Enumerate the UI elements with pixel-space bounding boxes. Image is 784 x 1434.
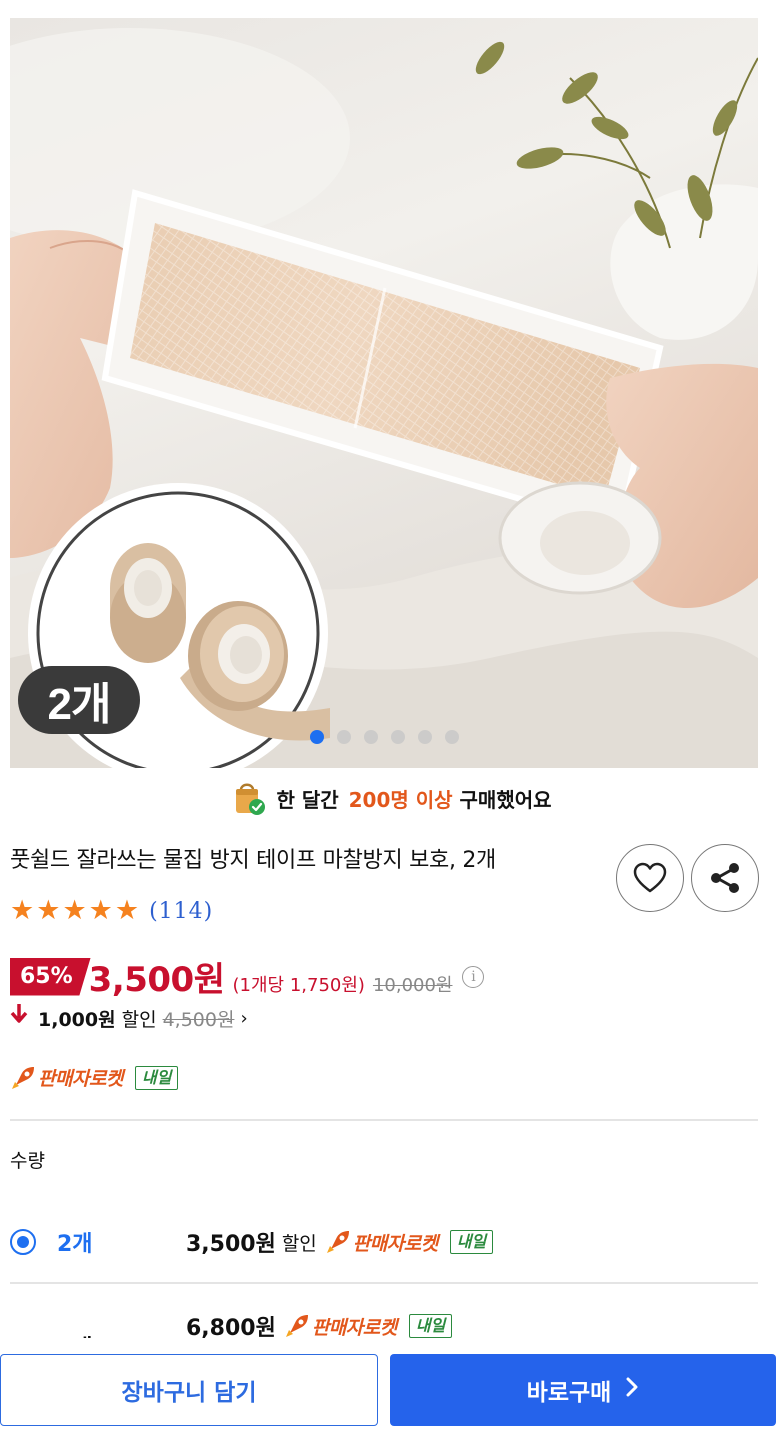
star-icon: ★: [114, 895, 140, 926]
star-icon: ★: [62, 895, 87, 926]
coupon-discount-row[interactable]: 1,000원 할인 4,500원 ›: [10, 1004, 248, 1032]
star-icon: ★: [10, 895, 35, 926]
unit-price: (1개당 1,750원): [232, 975, 365, 996]
carousel-dot[interactable]: [337, 730, 351, 744]
discount-badge: 65%: [10, 957, 91, 996]
coupon-original-price: 4,500원: [162, 1008, 235, 1031]
coupon-amount: 1,000원: [38, 1008, 116, 1031]
rocket-icon: [325, 1229, 351, 1255]
wishlist-button[interactable]: [616, 844, 684, 912]
option-price: 3,500원: [186, 1232, 276, 1257]
carousel-dot-active[interactable]: [310, 730, 324, 744]
buy-now-label: 바로구매: [526, 1380, 612, 1406]
product-photo: [10, 28, 758, 768]
carousel-dot[interactable]: [418, 730, 432, 744]
purchase-count-banner: 한 달간 200명 이상 구매했어요: [0, 778, 784, 818]
rocket-icon: [10, 1065, 36, 1091]
carousel-dot[interactable]: [445, 730, 459, 744]
down-arrow-icon: [10, 1004, 28, 1032]
radio-selected[interactable]: [10, 1229, 36, 1255]
heart-icon: [633, 862, 667, 893]
coupon-label: 할인: [121, 1008, 157, 1031]
rocket-delivery-label: 판매자로켓: [311, 1316, 397, 1339]
carousel-dot[interactable]: [391, 730, 405, 744]
star-icon: ★: [88, 895, 113, 926]
buyers-suffix: 구매했어요: [459, 787, 552, 812]
sale-price: 3,500원: [88, 960, 225, 1000]
arrival-badge: 내일: [408, 1314, 453, 1338]
rocket-icon: [284, 1313, 310, 1339]
share-button[interactable]: [691, 844, 759, 912]
divider: [10, 1282, 758, 1284]
delivery-row: 판매자로켓 내일: [10, 1064, 179, 1091]
quantity-label: 수량: [10, 1150, 45, 1172]
carousel-dot[interactable]: [364, 730, 378, 744]
product-title: 풋쉴드 잘라쓰는 물집 방지 테이프 마찰방지 보호, 2개: [10, 848, 496, 873]
buyers-highlight: 200명 이상: [348, 787, 453, 812]
chevron-right-icon: ›: [240, 1007, 248, 1029]
share-icon: [711, 863, 739, 893]
buyers-prefix: 한 달간: [276, 787, 339, 812]
rocket-delivery-label: 판매자로켓: [38, 1068, 123, 1090]
arrival-badge: 내일: [134, 1065, 179, 1090]
divider: [10, 1119, 758, 1121]
star-icon: ★: [36, 895, 61, 926]
buy-now-button[interactable]: 바로구매: [390, 1354, 776, 1426]
rating[interactable]: ★ ★ ★ ★ ★ (114): [10, 896, 213, 926]
price-row: 65% 3,500원 (1개당 1,750원) 10,000원 i: [10, 952, 485, 1001]
shopping-bag-check-icon: [232, 780, 266, 816]
add-to-cart-button[interactable]: 장바구니 담기: [0, 1354, 378, 1426]
quantity-option[interactable]: 2개 3,500원 할인 판매자로켓 내일: [10, 1212, 758, 1272]
count-badge: 2개: [18, 666, 140, 734]
chevron-right-icon: [625, 1376, 639, 1404]
product-image[interactable]: 2개: [10, 18, 758, 768]
option-name: 2개: [57, 1232, 93, 1257]
option-discount-label: 할인: [281, 1232, 317, 1255]
review-count[interactable]: (114): [149, 899, 213, 924]
info-icon[interactable]: i: [462, 965, 485, 988]
bottom-action-bar: 장바구니 담기 바로구매: [0, 1338, 784, 1434]
arrival-badge: 내일: [449, 1230, 494, 1254]
original-price: 10,000원: [372, 975, 453, 996]
carousel-indicator: [310, 730, 459, 744]
rocket-delivery-label: 판매자로켓: [352, 1232, 438, 1255]
